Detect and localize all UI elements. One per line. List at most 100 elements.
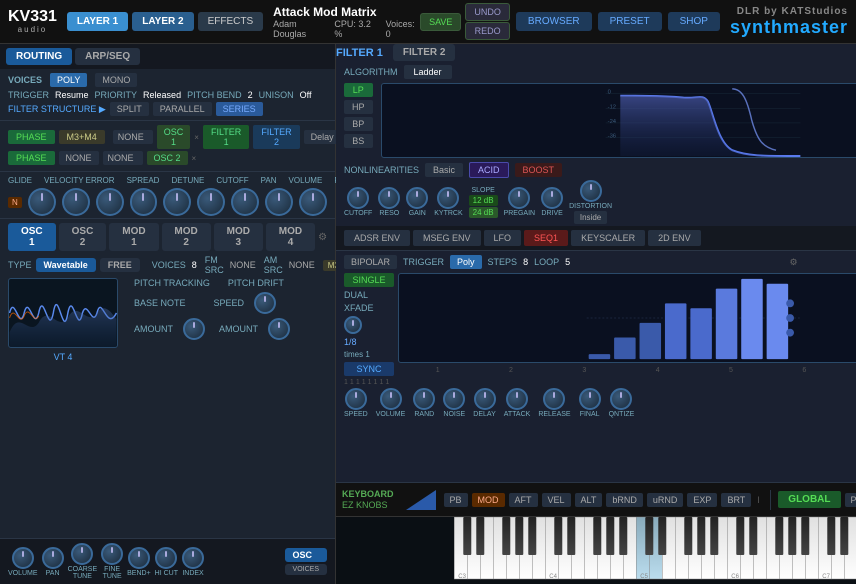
none-select-2[interactable]: NONE xyxy=(103,151,143,165)
vel-button[interactable]: VEL xyxy=(542,493,571,507)
brt-button[interactable]: BRT xyxy=(721,493,751,507)
osc1-button[interactable]: OSC 1 xyxy=(157,125,191,149)
amount-knob[interactable] xyxy=(183,318,205,340)
pan-knob[interactable] xyxy=(197,188,225,216)
cutoff-knob-vel[interactable] xyxy=(163,188,191,216)
redo-button[interactable]: REDO xyxy=(465,22,510,40)
browser-button[interactable]: BROWSER xyxy=(516,12,592,31)
pitch-knob[interactable] xyxy=(299,188,327,216)
exp-button[interactable]: EXP xyxy=(687,493,717,507)
mod-button[interactable]: MOD xyxy=(472,493,505,507)
layer1-button[interactable]: LAYER 1 xyxy=(67,12,128,31)
mseg-tab[interactable]: MSEG ENV xyxy=(413,230,481,246)
osc2-tab[interactable]: OSC 2 xyxy=(59,223,107,251)
effects-button[interactable]: EFFECTS xyxy=(198,12,264,31)
filter-structure-label[interactable]: FILTER STRUCTURE ▶ xyxy=(8,104,106,115)
kytrck-knob[interactable] xyxy=(437,187,459,209)
none-select-1[interactable]: NONE xyxy=(113,130,153,144)
keyboard-svg[interactable]: // This is handled inline below xyxy=(340,517,856,582)
bipolar-btn[interactable]: BIPOLAR xyxy=(344,255,397,269)
arp-seq-tab[interactable]: ARP/SEQ xyxy=(75,48,140,65)
filter2-tab[interactable]: FILTER 2 xyxy=(393,44,456,61)
amount2-knob[interactable] xyxy=(268,318,290,340)
filter2-route-button[interactable]: FILTER 2 xyxy=(253,125,299,149)
vol-knob[interactable] xyxy=(231,188,259,216)
seq1-tab[interactable]: SEQ1 xyxy=(524,230,568,246)
final-knob[interactable] xyxy=(579,388,601,410)
mod1-tab[interactable]: MOD 1 xyxy=(109,223,158,251)
mod3-tab[interactable]: MOD 3 xyxy=(214,223,263,251)
pan-knob-osc[interactable] xyxy=(42,547,64,569)
speed-knob[interactable] xyxy=(254,292,276,314)
speed-seq-knob[interactable] xyxy=(345,388,367,410)
bs-button[interactable]: BS xyxy=(344,134,373,148)
glide-knob[interactable] xyxy=(28,188,56,216)
lfo-tab[interactable]: LFO xyxy=(484,230,522,246)
mod-m3m4-button[interactable]: M3+M4 xyxy=(59,130,105,144)
db-badge[interactable]: 12 dB xyxy=(469,195,498,206)
coarse-knob[interactable] xyxy=(71,543,93,565)
poly-seq-btn[interactable]: Poly xyxy=(450,255,482,269)
pregain-knob[interactable] xyxy=(508,187,530,209)
wavetable-button[interactable]: Wavetable xyxy=(36,258,96,272)
noise-knob[interactable] xyxy=(443,388,465,410)
osc-gear-icon[interactable]: ⚙ xyxy=(318,232,327,243)
hp-button[interactable]: HP xyxy=(344,100,373,114)
mod2-tab[interactable]: MOD 2 xyxy=(162,223,211,251)
routing-tab[interactable]: ROUTING xyxy=(6,48,72,65)
delay-seq-knob[interactable] xyxy=(474,388,496,410)
keyscaler-tab[interactable]: KEYSCALER xyxy=(571,230,645,246)
mono-button[interactable]: MONO xyxy=(95,73,137,87)
2d-env-tab[interactable]: 2D ENV xyxy=(648,230,701,246)
volume-knob-osc[interactable] xyxy=(12,547,34,569)
save-button[interactable]: SAVE xyxy=(420,13,461,31)
vol-seq-knob[interactable] xyxy=(380,388,402,410)
brnd-button[interactable]: bRND xyxy=(606,493,643,507)
rand-knob[interactable] xyxy=(413,388,435,410)
filter1-route-button[interactable]: FILTER 1 xyxy=(203,125,249,149)
acid-button[interactable]: ACID xyxy=(469,162,509,178)
none-button-2[interactable]: NONE xyxy=(59,151,99,165)
osc1-tab[interactable]: OSC 1 xyxy=(8,223,56,251)
algorithm-val[interactable]: Ladder xyxy=(404,65,452,79)
undo-button[interactable]: UNDO xyxy=(465,3,510,21)
vpan-knob[interactable] xyxy=(265,188,293,216)
fine-knob[interactable] xyxy=(101,543,123,565)
attack-knob[interactable] xyxy=(506,388,528,410)
preset-button[interactable]: PRESET xyxy=(598,12,662,31)
urnd-button[interactable]: uRND xyxy=(647,493,684,507)
single-button[interactable]: SINGLE xyxy=(344,273,394,287)
bend-knob[interactable] xyxy=(128,547,150,569)
vel-error-knob[interactable] xyxy=(62,188,90,216)
split-button[interactable]: SPLIT xyxy=(110,102,149,116)
global-button[interactable]: GLOBAL xyxy=(778,491,840,508)
osc2-button[interactable]: OSC 2 xyxy=(147,151,188,165)
pb-button[interactable]: PB xyxy=(444,493,468,507)
reso-knob[interactable] xyxy=(378,187,400,209)
detune-knob[interactable] xyxy=(130,188,158,216)
mod4-tab[interactable]: MOD 4 xyxy=(266,223,315,251)
phase-button-1[interactable]: PHASE xyxy=(8,130,55,144)
index-knob[interactable] xyxy=(182,547,204,569)
distortion-knob[interactable] xyxy=(580,180,602,202)
alt-button[interactable]: ALT xyxy=(575,493,603,507)
layer2-button[interactable]: LAYER 2 xyxy=(132,12,193,31)
bp-button[interactable]: BP xyxy=(344,117,373,131)
lp-button[interactable]: LP xyxy=(344,83,373,97)
boost-button[interactable]: BOOST xyxy=(515,163,563,177)
preset-vel-btn[interactable]: PRESET xyxy=(845,493,856,507)
series-button[interactable]: SERIES xyxy=(216,102,263,116)
spread-knob[interactable] xyxy=(96,188,124,216)
qntize-knob[interactable] xyxy=(610,388,632,410)
seq-gear-icon[interactable]: ⚙ xyxy=(790,257,798,268)
release-knob[interactable] xyxy=(543,388,565,410)
basic-button[interactable]: Basic xyxy=(425,163,463,177)
adsr-tab[interactable]: ADSR ENV xyxy=(344,230,410,246)
aft-button[interactable]: AFT xyxy=(509,493,538,507)
osc-highlight[interactable]: OSC xyxy=(285,548,327,562)
xfade-knob[interactable] xyxy=(344,316,362,334)
parallel-button[interactable]: PARALLEL xyxy=(153,102,212,116)
hicut-knob[interactable] xyxy=(155,547,177,569)
db-24-badge[interactable]: 24 dB xyxy=(469,207,498,218)
cutoff-main-knob[interactable] xyxy=(347,187,369,209)
